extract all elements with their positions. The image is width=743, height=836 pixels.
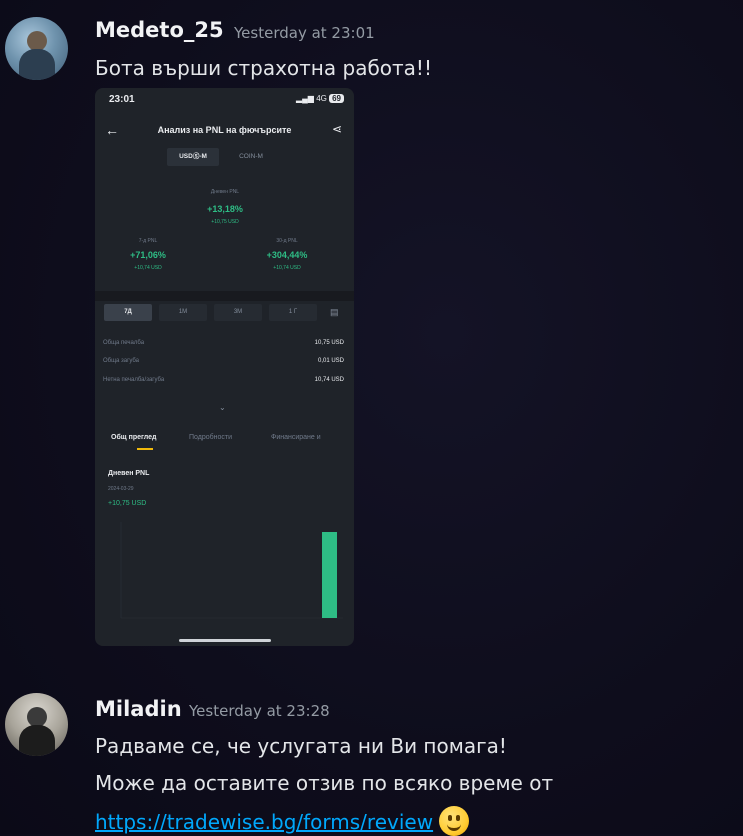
calendar-icon: ▤: [330, 307, 339, 317]
period-tab-1m: 1М: [159, 304, 207, 321]
nav-tab-funding: Финансиране и: [271, 434, 321, 441]
week-pnl-pct: +71,06%: [130, 250, 166, 260]
row-value-total-loss: 0,01 USD: [317, 358, 344, 364]
avatar-body: [19, 725, 55, 756]
message-line-1: Радваме се, че услугата ни Ви помага!: [95, 734, 507, 758]
row-label-total-loss: Обща загуба: [103, 358, 140, 364]
username[interactable]: Miladin: [95, 697, 182, 721]
daily-pnl-pct: +13,18%: [207, 204, 243, 214]
status-indicators: ▂▄▆ 4G 69: [296, 94, 344, 103]
message-line-2: Може да оставите отзив по всяко време от: [95, 771, 554, 795]
segment-usds-m: USDⓈ-M: [167, 148, 219, 166]
month-pnl-label: 30-д PNL: [276, 238, 298, 244]
month-pnl-usd: +10,74 USD: [273, 265, 301, 271]
daily-pnl-label: Дневен PNL: [210, 189, 240, 195]
chart-title: Дневен PNL: [108, 470, 150, 477]
screen-title: Анализ на PNL на фючърсите: [157, 125, 292, 135]
chart-date: 2024-03-29: [108, 486, 134, 492]
row-value-total-profit: 10,75 USD: [314, 340, 344, 346]
chart-value: +10,75 USD: [108, 500, 147, 507]
segment-coin-m: COIN-M: [239, 153, 263, 160]
nav-tab-overview: Общ преглед: [111, 434, 157, 441]
period-tab-7d: 7Д: [104, 304, 152, 321]
network-label: 4G: [316, 94, 327, 103]
username[interactable]: Medeto_25: [95, 18, 224, 42]
section-divider: [95, 291, 354, 301]
active-tab-underline: [137, 448, 153, 450]
avatar[interactable]: [5, 693, 68, 756]
slightly-smiling-face-icon: [439, 806, 470, 836]
month-pnl-pct: +304,44%: [266, 250, 308, 260]
period-tab-3m: 3М: [214, 304, 262, 321]
screenshot-attachment[interactable]: 23:01 ▂▄▆ 4G 69 ← Анализ на PNL на фючър…: [95, 88, 354, 646]
home-indicator: [179, 639, 271, 642]
review-link[interactable]: https://tradewise.bg/forms/review: [95, 810, 433, 834]
message-line-3: https://tradewise.bg/forms/review: [95, 806, 470, 836]
message-text: Бота върши страхотна работа!!: [95, 56, 432, 80]
timestamp: Yesterday at 23:01: [234, 24, 375, 42]
chevron-down-icon: ⌄: [219, 403, 226, 412]
battery-icon: 69: [329, 94, 344, 103]
share-icon: ⋖: [331, 122, 342, 136]
timestamp: Yesterday at 23:28: [189, 702, 330, 720]
avatar-head: [27, 31, 47, 51]
avatar[interactable]: [5, 17, 68, 80]
row-label-total-profit: Обща печалба: [103, 340, 145, 346]
week-pnl-usd: +10,74 USD: [134, 265, 162, 271]
chart-bar: [322, 532, 337, 618]
status-time: 23:01: [109, 94, 135, 105]
signal-icon: ▂▄▆: [295, 94, 314, 103]
row-label-net-pnl: Нетна печалба/загуба: [103, 377, 165, 383]
daily-pnl-usd: +10,75 USD: [211, 219, 239, 225]
nav-tab-details: Подробности: [189, 434, 233, 441]
week-pnl-label: 7-д PNL: [138, 238, 158, 244]
daily-pnl-chart: [120, 522, 343, 619]
avatar-head: [27, 707, 47, 727]
avatar-body: [19, 49, 55, 80]
period-tab-1y: 1 Г: [269, 304, 317, 321]
row-value-net-pnl: 10,74 USD: [314, 377, 344, 383]
